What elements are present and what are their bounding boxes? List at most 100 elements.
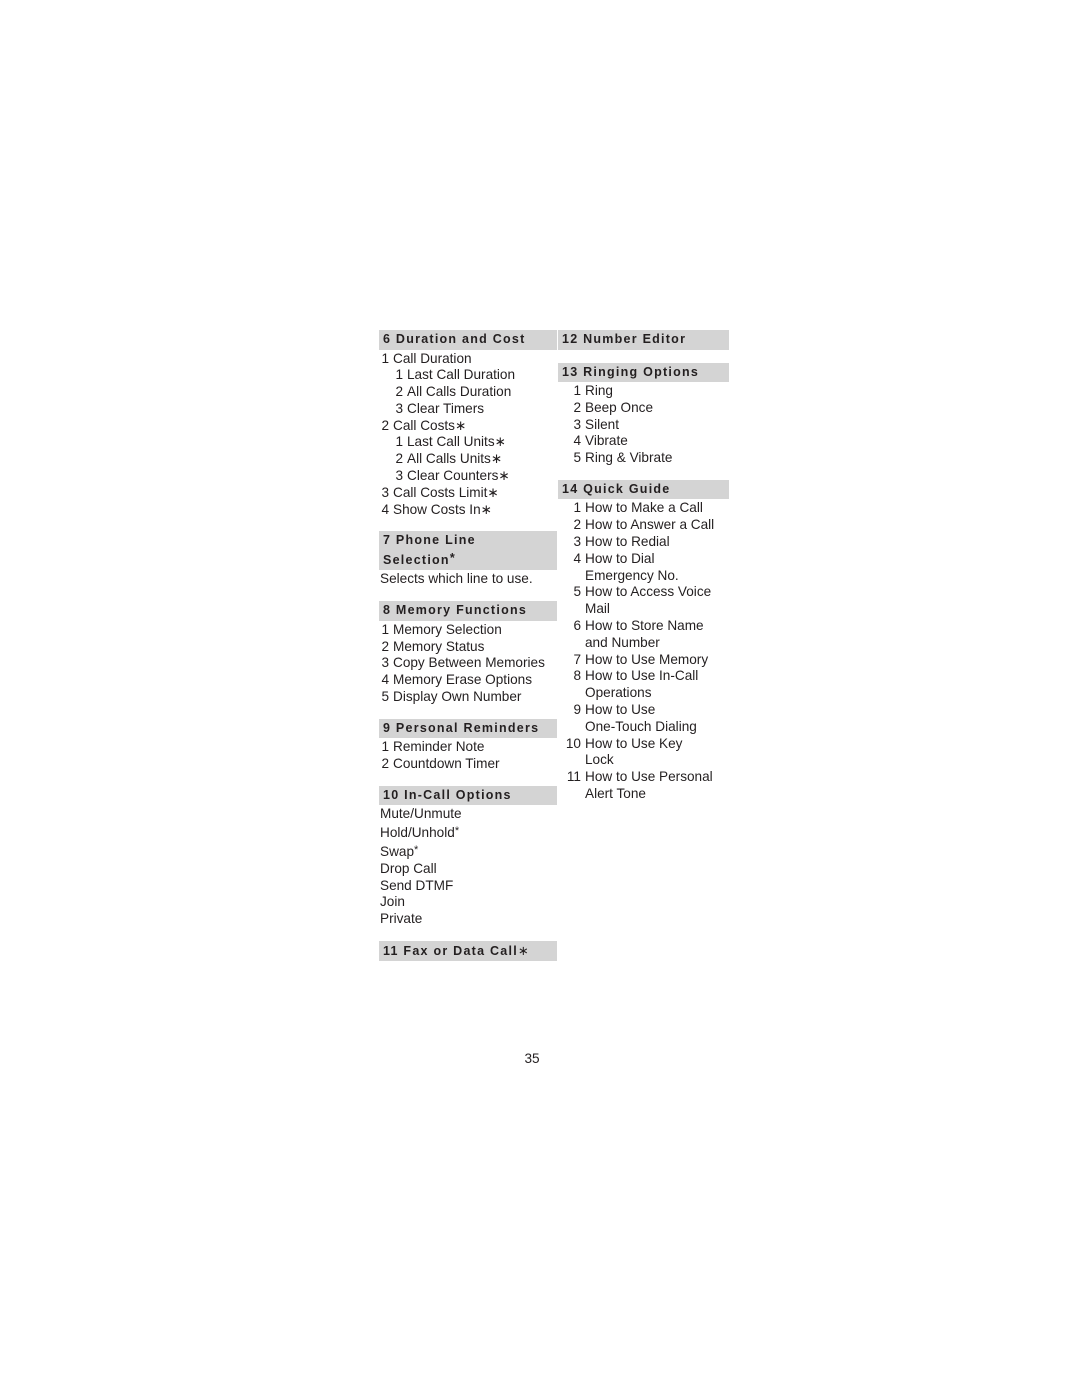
section-body-quick-guide: 1 How to Make a Call 2 How to Answer a Call… bbox=[558, 500, 729, 802]
menu-item-label: Call Costs∗ bbox=[393, 417, 467, 433]
menu-item-number: 3 bbox=[573, 416, 581, 432]
menu-item: 2 Beep Once bbox=[558, 400, 729, 417]
menu-item-number: 1 bbox=[395, 434, 403, 450]
item-asterisk-marker: * bbox=[454, 825, 460, 838]
section-body-phone-line-selection: Selects which line to use. bbox=[379, 571, 557, 588]
section-phone-line-selection: 7 Phone Line Selection* Selects which lin… bbox=[379, 531, 557, 588]
menu-item-label: All Calls Units∗ bbox=[407, 451, 503, 467]
section-personal-reminders: 9 Personal Reminders 1 Reminder Note 2 Count… bbox=[379, 718, 557, 773]
menu-item-label: Show Costs In∗ bbox=[393, 501, 493, 517]
menu-item-label: Drop Call bbox=[380, 860, 437, 876]
item-asterisk-marker: ∗ bbox=[490, 451, 503, 467]
menu-item-label: Memory Erase Options bbox=[393, 672, 533, 688]
menu-item-number: 7 bbox=[573, 651, 581, 667]
menu-item-number: 3 bbox=[395, 400, 403, 416]
menu-item: Mute/Unmute bbox=[379, 806, 557, 823]
menu-item-number: 2 bbox=[381, 638, 389, 654]
menu-item-number: 1 bbox=[573, 383, 581, 398]
menu-item: 1 Last Call Units∗ bbox=[379, 434, 557, 451]
section-heading-duration-and-cost: 6 Duration and Cost bbox=[379, 330, 557, 350]
menu-item: 4 How to Dial Emergency No. bbox=[558, 551, 729, 585]
section-heading-number-editor: 12 Number Editor bbox=[558, 330, 729, 350]
menu-item: 11 How to Use Personal Alert Tone bbox=[558, 769, 729, 803]
menu-item-number: 4 bbox=[573, 550, 581, 566]
menu-item: 6 How to Store Name and Number bbox=[558, 618, 729, 652]
menu-item: 4 Vibrate bbox=[558, 433, 729, 450]
section-body-personal-reminders: 1 Reminder Note 2 Countdown Timer bbox=[379, 739, 557, 773]
menu-item: 5 How to Access Voice Mail bbox=[558, 584, 729, 618]
section-ringing-options: 13 Ringing Options 1 Ring 2 Beep Once 3 Silent… bbox=[558, 362, 729, 467]
menu-item: 4 Memory Erase Options bbox=[379, 672, 557, 689]
menu-item: 4 Show Costs In∗ bbox=[379, 502, 557, 519]
page-number: 35 bbox=[524, 1051, 540, 1066]
menu-item: Drop Call bbox=[379, 861, 557, 878]
menu-item-label: How to Make a Call bbox=[585, 500, 703, 516]
menu-item: 1 Memory Selection bbox=[379, 622, 557, 639]
menu-item-number: 5 bbox=[573, 450, 581, 466]
menu-item-number: 9 bbox=[573, 702, 581, 718]
item-asterisk-marker: ∗ bbox=[494, 434, 507, 450]
section-number-editor: 12 Number Editor bbox=[558, 330, 729, 350]
menu-item-number: 5 bbox=[381, 688, 389, 704]
menu-item-label: Ring & Vibrate bbox=[585, 450, 673, 466]
section-fax-or-data-call: 11 Fax or Data Call∗ bbox=[379, 940, 557, 962]
section-heading-text: 12 Number Editor bbox=[562, 332, 687, 346]
section-heading-text: 9 Personal Reminders bbox=[383, 720, 540, 735]
menu-item: 1 Call Duration bbox=[379, 351, 557, 368]
menu-item: 2 Call Costs∗ bbox=[379, 418, 557, 435]
menu-item-label: How to Answer a Call bbox=[585, 517, 715, 533]
menu-item: 7 How to Use Memory bbox=[558, 652, 729, 669]
section-heading-memory-functions: 8 Memory Functions bbox=[379, 601, 557, 621]
menu-item-number: 4 bbox=[573, 433, 581, 449]
item-asterisk-marker: ∗ bbox=[487, 484, 499, 500]
section-heading-phone-line-selection: 7 Phone Line Selection* bbox=[379, 531, 557, 571]
document-page: 6 Duration and Cost 1 Call Duration 1 Last C… bbox=[0, 0, 1080, 1397]
menu-item: 3 Silent bbox=[558, 417, 729, 434]
menu-item: 5 Ring & Vibrate bbox=[558, 450, 729, 467]
menu-item-number: 3 bbox=[381, 655, 389, 671]
menu-item: 1 How to Make a Call bbox=[558, 500, 729, 517]
item-asterisk-marker: ∗ bbox=[454, 417, 467, 433]
menu-item-label: Display Own Number bbox=[393, 688, 522, 704]
section-heading-text: 11 Fax or Data Call bbox=[383, 943, 518, 958]
section-body-memory-functions: 1 Memory Selection 2 Memory Status 3 Copy Bet… bbox=[379, 622, 557, 706]
menu-item-number: 10 bbox=[565, 735, 581, 751]
menu-item-label: Ring bbox=[585, 383, 613, 398]
menu-item-label: Vibrate bbox=[585, 433, 628, 449]
menu-item-label: Memory Status bbox=[393, 638, 485, 654]
menu-item-number: 2 bbox=[395, 384, 403, 400]
section-heading-text: 6 Duration and Cost bbox=[383, 332, 526, 346]
item-asterisk-marker: * bbox=[414, 843, 419, 856]
menu-item: 2 Countdown Timer bbox=[379, 756, 557, 773]
heading-asterisk-marker: * bbox=[449, 550, 455, 565]
menu-item: 3 Call Costs Limit∗ bbox=[379, 485, 557, 502]
section-heading-text: 8 Memory Functions bbox=[383, 603, 528, 618]
menu-item-number: 4 bbox=[381, 672, 389, 688]
section-heading-text: 14 Quick Guide bbox=[562, 481, 671, 496]
menu-item-label: Last Call Units∗ bbox=[407, 434, 507, 450]
section-heading-fax-or-data-call: 11 Fax or Data Call∗ bbox=[379, 940, 557, 962]
item-asterisk-marker: ∗ bbox=[480, 501, 493, 517]
menu-item-number: 1 bbox=[381, 350, 389, 366]
menu-item-label: How to Use Memory bbox=[585, 651, 709, 667]
menu-item-number: 3 bbox=[395, 468, 403, 484]
menu-item-label: Private bbox=[380, 911, 423, 927]
menu-item-number: 4 bbox=[381, 501, 389, 517]
menu-item: 3 Clear Counters∗ bbox=[379, 468, 557, 485]
heading-asterisk-marker: ∗ bbox=[517, 942, 529, 958]
menu-item-number: 2 bbox=[395, 451, 403, 467]
menu-item-number: 3 bbox=[381, 484, 389, 500]
menu-item-label: How to Use One-Touch Dialing bbox=[585, 702, 697, 734]
menu-item-number: 5 bbox=[573, 584, 581, 600]
section-duration-and-cost: 6 Duration and Cost 1 Call Duration 1 Last C… bbox=[379, 330, 557, 518]
menu-item: Join bbox=[379, 894, 557, 911]
menu-item-label: Join bbox=[380, 894, 405, 910]
menu-item-label: Clear Counters∗ bbox=[407, 468, 510, 484]
menu-item: 2 All Calls Duration bbox=[379, 384, 557, 401]
section-description: Selects which line to use. bbox=[380, 571, 533, 587]
menu-item-label: Reminder Note bbox=[393, 739, 485, 755]
menu-item: 2 How to Answer a Call bbox=[558, 517, 729, 534]
menu-item-label: Beep Once bbox=[585, 399, 654, 415]
menu-item-number: 1 bbox=[395, 367, 403, 383]
menu-item: 10 How to Use Key Lock bbox=[558, 736, 729, 770]
